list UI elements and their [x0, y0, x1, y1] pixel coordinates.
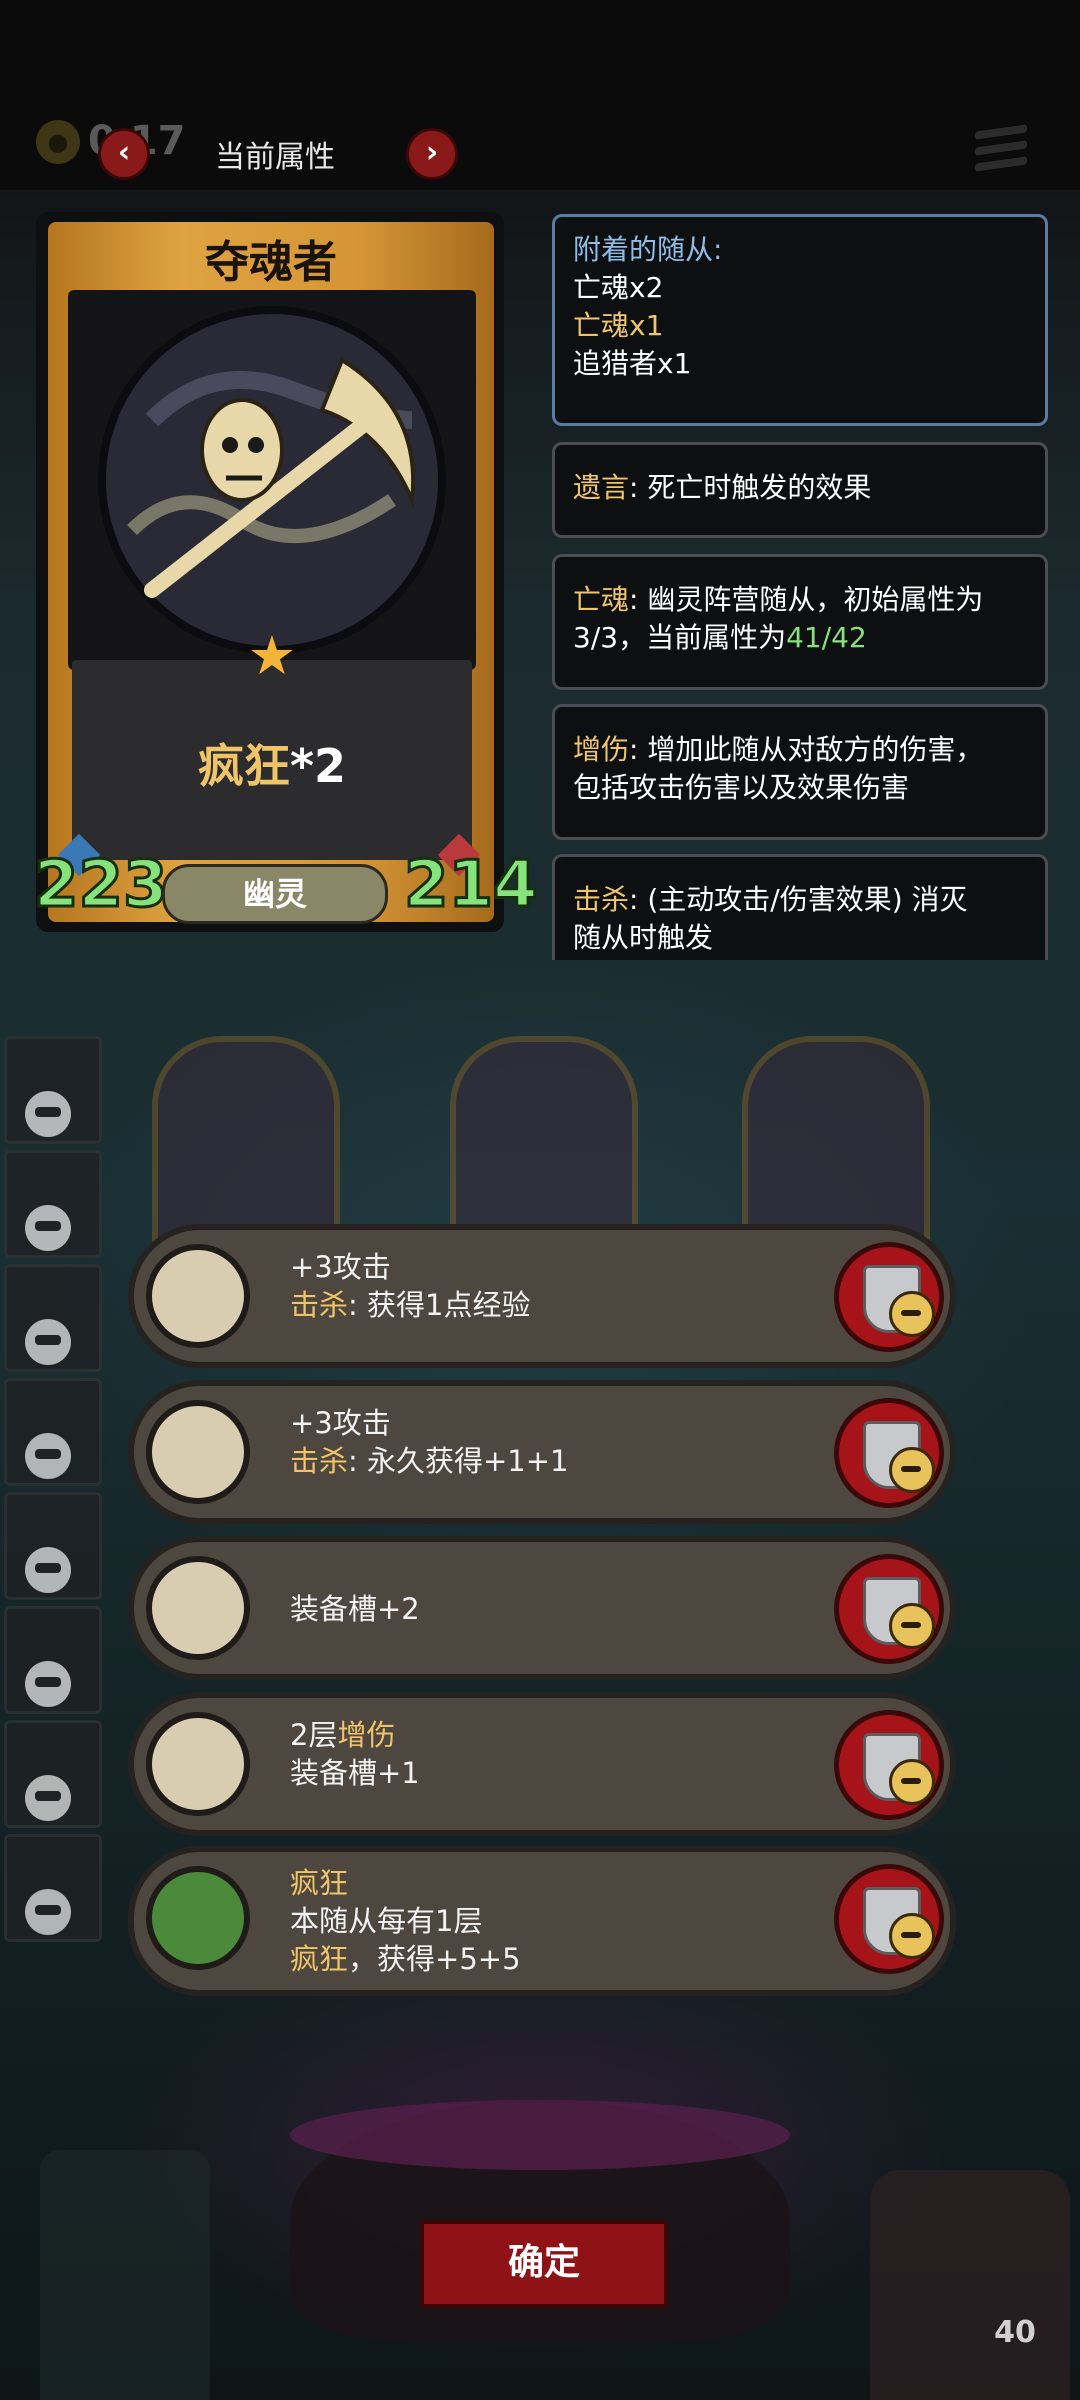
minus-icon [889, 1913, 935, 1959]
pig-avatar-icon [146, 1556, 250, 1660]
sidebar-minion-slot[interactable] [4, 1036, 102, 1144]
keyword-kill: 击杀 [290, 1288, 349, 1322]
skull-icon [25, 1319, 71, 1365]
bonus-line: 装备槽+1 [290, 1756, 420, 1790]
sidebar-minion-slot[interactable] [4, 1264, 102, 1372]
sidebar-minion-slot[interactable] [4, 1834, 102, 1942]
remove-bonus-button[interactable] [834, 1554, 944, 1664]
hero-portrait[interactable] [870, 2170, 1070, 2400]
keyword-madness: 疯狂 [290, 1866, 349, 1900]
page-title: 当前属性 [215, 140, 335, 175]
board-minion-card [152, 1036, 340, 1248]
gauntlet-avatar-icon [146, 1712, 250, 1816]
sidebar-minion-slot[interactable] [4, 1492, 102, 1600]
attached-item: 亡魂x2 [573, 271, 664, 304]
sidebar-minion-slot[interactable] [4, 1606, 102, 1714]
board-minion-card [450, 1036, 638, 1248]
health-value: 214 [403, 847, 540, 924]
madness-count: *2 [289, 739, 347, 793]
keyword-deathrattle: 遗言 [573, 471, 630, 504]
remove-bonus-button[interactable] [834, 1242, 944, 1352]
keyword-info-list[interactable]: 附着的随从: 亡魂x2 亡魂x1 追猎者x1 遗言: 死亡时触发的效果 亡魂: … [552, 214, 1048, 960]
keyword-damage-boost: 增伤 [337, 1718, 396, 1752]
remove-bonus-button[interactable] [834, 1710, 944, 1820]
skull-icon [25, 1889, 71, 1935]
reaper-portrait [98, 306, 446, 654]
skull-icon [25, 1205, 71, 1251]
keyword-madness: 疯狂 [290, 1942, 349, 1976]
keyword-kill: 击杀 [573, 883, 630, 916]
hero-level: 40 [994, 2315, 1036, 2350]
bonus-line: : 获得1点经验 [348, 1288, 531, 1322]
bonus-line: : 永久获得+1+1 [348, 1444, 569, 1478]
star-icon: ★ [247, 624, 297, 687]
cauldron-potion [290, 2100, 790, 2170]
bonus-row: +3攻击 击杀: 获得1点经验 [128, 1224, 956, 1368]
next-arrow-button[interactable]: › [406, 128, 458, 180]
mirror-decoration [40, 2150, 210, 2400]
attached-item: 亡魂x1 [573, 309, 664, 342]
sidebar-minion-slot[interactable] [4, 1720, 102, 1828]
skull-icon [25, 1433, 71, 1479]
minus-icon [889, 1291, 935, 1337]
board-minion-card [742, 1036, 930, 1248]
madness-label: 疯狂 [197, 739, 290, 793]
keyword-soul: 亡魂 [573, 583, 630, 616]
prev-arrow-button[interactable]: ‹ [98, 128, 150, 180]
attached-item: 追猎者x1 [573, 347, 692, 380]
kill-panel: 击杀: (主动攻击/伤害效果) 消灭 随从时触发 [552, 854, 1048, 960]
soul-current-stats: 41/42 [786, 621, 867, 654]
keyword-kill: 击杀 [290, 1444, 349, 1478]
madness-avatar-icon [146, 1866, 250, 1970]
wolf-avatar-icon [146, 1244, 250, 1348]
skull-icon [25, 1547, 71, 1593]
card-name: 夺魂者 [205, 237, 337, 288]
damage-boost-panel: 增伤: 增加此随从对敌方的伤害， 包括攻击伤害以及效果伤害 [552, 704, 1048, 840]
remove-bonus-button[interactable] [834, 1398, 944, 1508]
tribe-badge: 幽灵 [162, 864, 388, 924]
menu-icon[interactable] [975, 124, 1027, 178]
spear-avatar-icon [146, 1400, 250, 1504]
bonus-row: 2层增伤 装备槽+1 [128, 1692, 956, 1836]
sidebar-minion-slot[interactable] [4, 1150, 102, 1258]
minus-icon [889, 1759, 935, 1805]
bonus-row: +3攻击 击杀: 永久获得+1+1 [128, 1380, 956, 1524]
bonus-line: 本随从每有1层 [290, 1904, 483, 1938]
bonus-row: 疯狂 本随从每有1层 疯狂，获得+5+5 [128, 1846, 956, 1996]
skull-icon [25, 1661, 71, 1707]
bonus-row: 装备槽+2 [128, 1536, 956, 1680]
attached-minions-panel: 附着的随从: 亡魂x2 亡魂x1 追猎者x1 [552, 214, 1048, 426]
sidebar-minion-slot[interactable] [4, 1378, 102, 1486]
remove-bonus-button[interactable] [834, 1864, 944, 1974]
skull-icon [25, 1091, 71, 1137]
confirm-button[interactable]: 确定 [420, 2220, 668, 2308]
attack-value: 223 [33, 847, 170, 924]
coin-icon: ● [36, 120, 80, 164]
minus-icon [889, 1447, 935, 1493]
bonus-line: +3攻击 [290, 1250, 391, 1284]
keyword-damage-boost: 增伤 [573, 733, 630, 766]
madness-stack: 疯狂*2 [72, 730, 472, 796]
bonus-line: 2层 [290, 1718, 338, 1752]
soul-panel: 亡魂: 幽灵阵营随从，初始属性为 3/3，当前属性为41/42 [552, 554, 1048, 690]
skull-icon [25, 1775, 71, 1821]
minus-icon [889, 1603, 935, 1649]
bonus-line: 装备槽+2 [290, 1592, 420, 1626]
bonus-line: +3攻击 [290, 1406, 391, 1440]
deathrattle-panel: 遗言: 死亡时触发的效果 [552, 442, 1048, 538]
attached-title: 附着的随从: [573, 233, 723, 266]
bonus-line: ，获得+5+5 [348, 1942, 521, 1976]
